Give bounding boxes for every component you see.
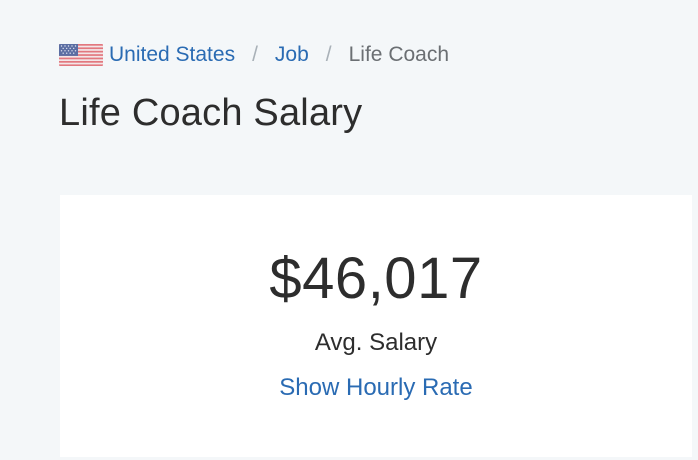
breadcrumb-country-link[interactable]: United States [109,43,235,67]
us-flag-icon [59,44,103,66]
breadcrumb-separator: / [325,43,332,66]
breadcrumb: United States / Job / Life Coach [59,40,449,70]
average-salary-label: Avg. Salary [314,329,438,356]
breadcrumb-job-link[interactable]: Job [275,43,309,67]
average-salary-value: $46,017 [269,246,483,311]
breadcrumb-separator: / [252,43,258,66]
breadcrumb-current: Life Coach [348,43,450,66]
salary-card: $46,017 Avg. Salary Show Hourly Rate [60,195,692,457]
page-title: Life Coach Salary [59,92,363,134]
show-hourly-rate-link[interactable]: Show Hourly Rate [60,374,692,402]
page: United States / Job / Life Coach Life Co… [0,0,698,460]
